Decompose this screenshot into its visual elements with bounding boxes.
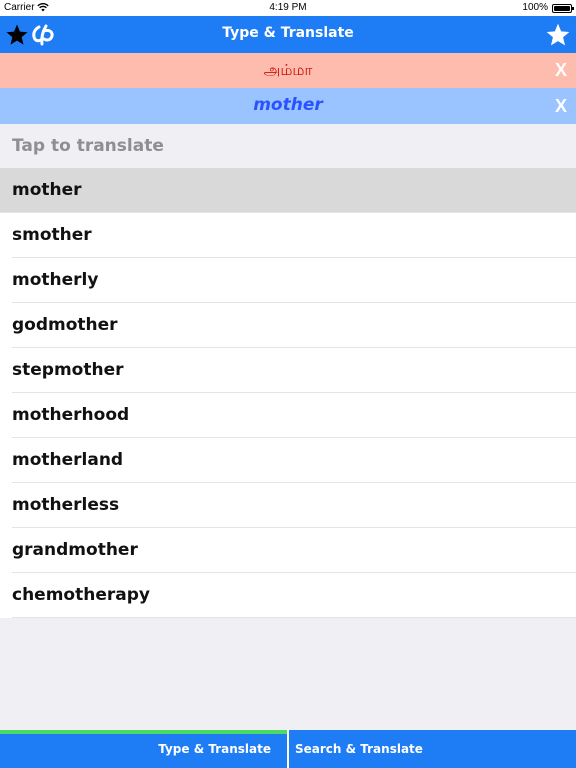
battery-icon [552, 4, 574, 13]
tab-bar: Type & Translate Search & Translate [0, 730, 576, 768]
source-text: அம்மா [263, 61, 313, 79]
star-icon[interactable] [545, 22, 571, 48]
tab-type-translate[interactable]: Type & Translate [158, 742, 271, 756]
navigation-bar: Type & Translate [0, 16, 576, 53]
clear-source-button[interactable]: X [552, 60, 570, 81]
translate-input[interactable] [0, 124, 576, 168]
source-text-bar[interactable]: அம்மா X [0, 53, 576, 88]
translation-text: mother [253, 95, 323, 115]
suggestion-item[interactable]: smother [0, 213, 576, 258]
tab-search-translate[interactable]: Search & Translate [295, 742, 423, 756]
suggestion-item[interactable]: grandmother [0, 528, 576, 573]
suggestion-item[interactable]: motherland [0, 438, 576, 483]
suggestion-item[interactable]: mother [0, 168, 576, 213]
active-tab-indicator [0, 730, 287, 734]
battery-percentage: 100% [522, 2, 548, 13]
clear-translation-button[interactable]: X [552, 96, 570, 117]
translate-input-row [0, 124, 576, 168]
translation-bar[interactable]: mother X [0, 88, 576, 124]
suggestion-item[interactable]: godmother [0, 303, 576, 348]
status-time: 4:19 PM [269, 2, 307, 13]
tab-divider [287, 730, 289, 768]
suggestion-item[interactable]: motherhood [0, 393, 576, 438]
suggestion-list: mother smother motherly godmother stepmo… [0, 168, 576, 618]
suggestion-item[interactable]: chemotherapy [0, 573, 576, 618]
suggestion-item[interactable]: motherless [0, 483, 576, 528]
page-title: Type & Translate [222, 25, 354, 41]
status-bar: Carrier 4:19 PM 100% [0, 0, 576, 16]
suggestion-item[interactable]: motherly [0, 258, 576, 303]
suggestion-item[interactable]: stepmother [0, 348, 576, 393]
